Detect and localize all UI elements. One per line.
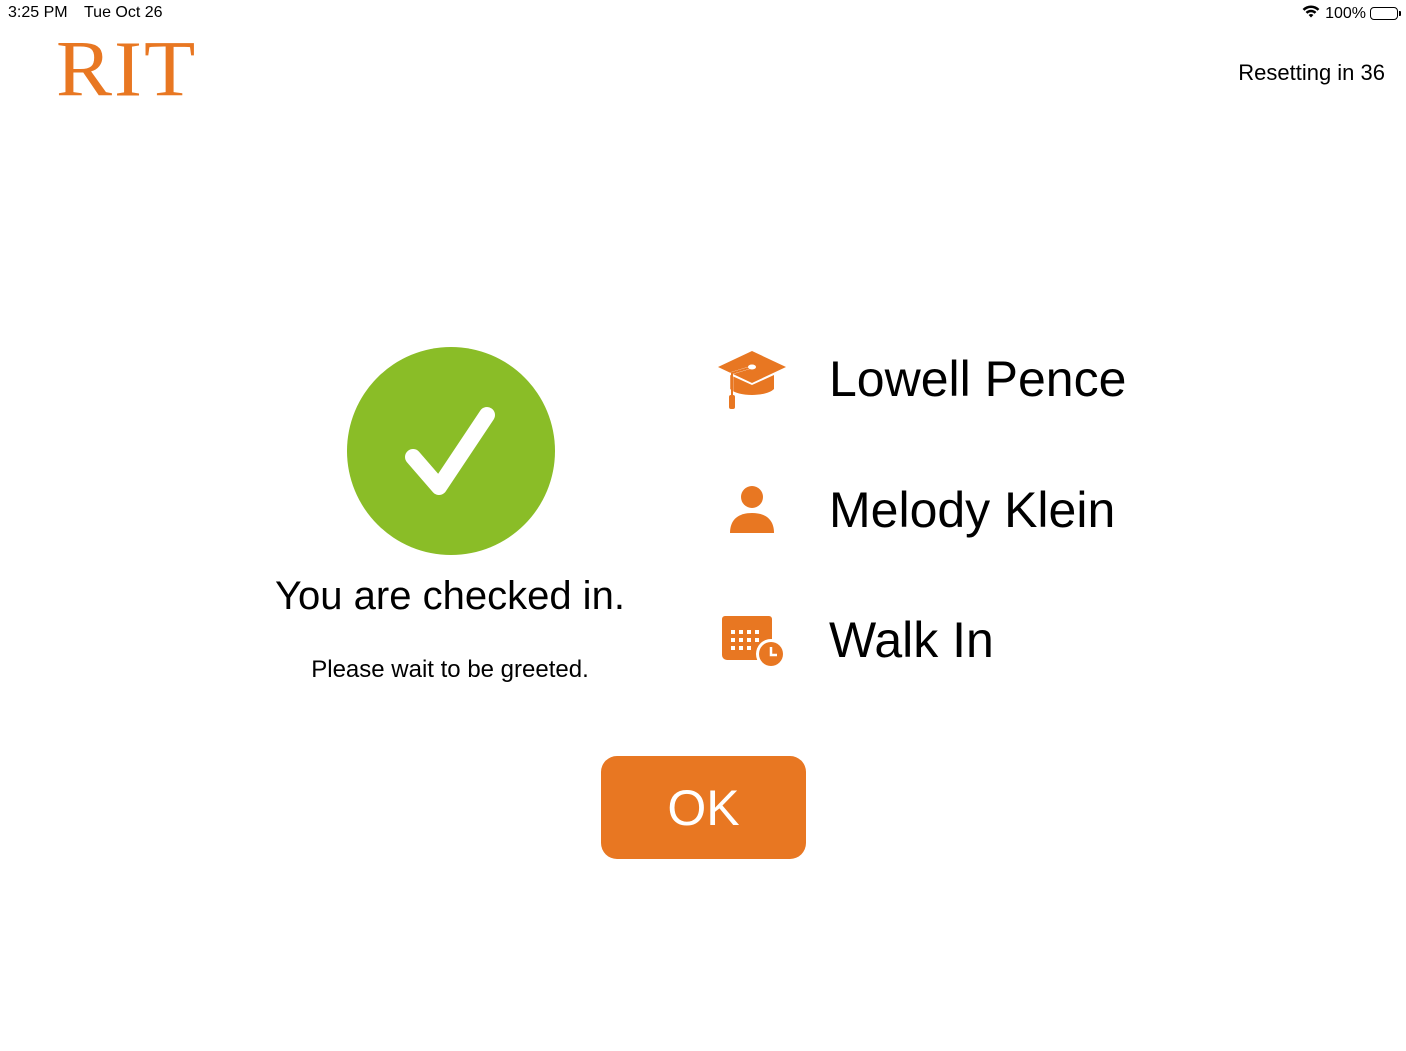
detail-row-student: Lowell Pence <box>715 344 1126 414</box>
reset-countdown: Resetting in 36 <box>1238 60 1385 85</box>
detail-row-staff: Melody Klein <box>715 475 1115 545</box>
status-date: Tue Oct 26 <box>84 4 163 21</box>
student-name: Lowell Pence <box>829 351 1127 407</box>
detail-row-appointment-type: Walk In <box>715 605 994 675</box>
graduation-cap-icon <box>715 344 789 414</box>
status-bar: 3:25 PM Tue Oct 26 100% <box>0 0 1406 26</box>
person-icon <box>715 475 789 545</box>
wifi-icon <box>1301 3 1321 24</box>
staff-name: Melody Klein <box>829 482 1116 538</box>
confirmation-title: You are checked in. <box>275 574 625 618</box>
status-indicators: 100% <box>1301 3 1401 24</box>
checkmark-icon <box>347 347 555 555</box>
status-time: 3:25 PM <box>8 4 68 21</box>
rit-logo: RIT <box>56 25 198 114</box>
battery-icon <box>1370 7 1401 20</box>
confirmation-subtitle: Please wait to be greeted. <box>311 656 589 683</box>
battery-percent: 100% <box>1325 4 1366 22</box>
appointment-type: Walk In <box>829 612 994 668</box>
checkin-confirmation-screen: 3:25 PM Tue Oct 26 100% RIT Resetting in… <box>0 0 1406 1051</box>
ok-button[interactable]: OK <box>601 756 806 859</box>
calendar-clock-icon <box>715 605 789 675</box>
